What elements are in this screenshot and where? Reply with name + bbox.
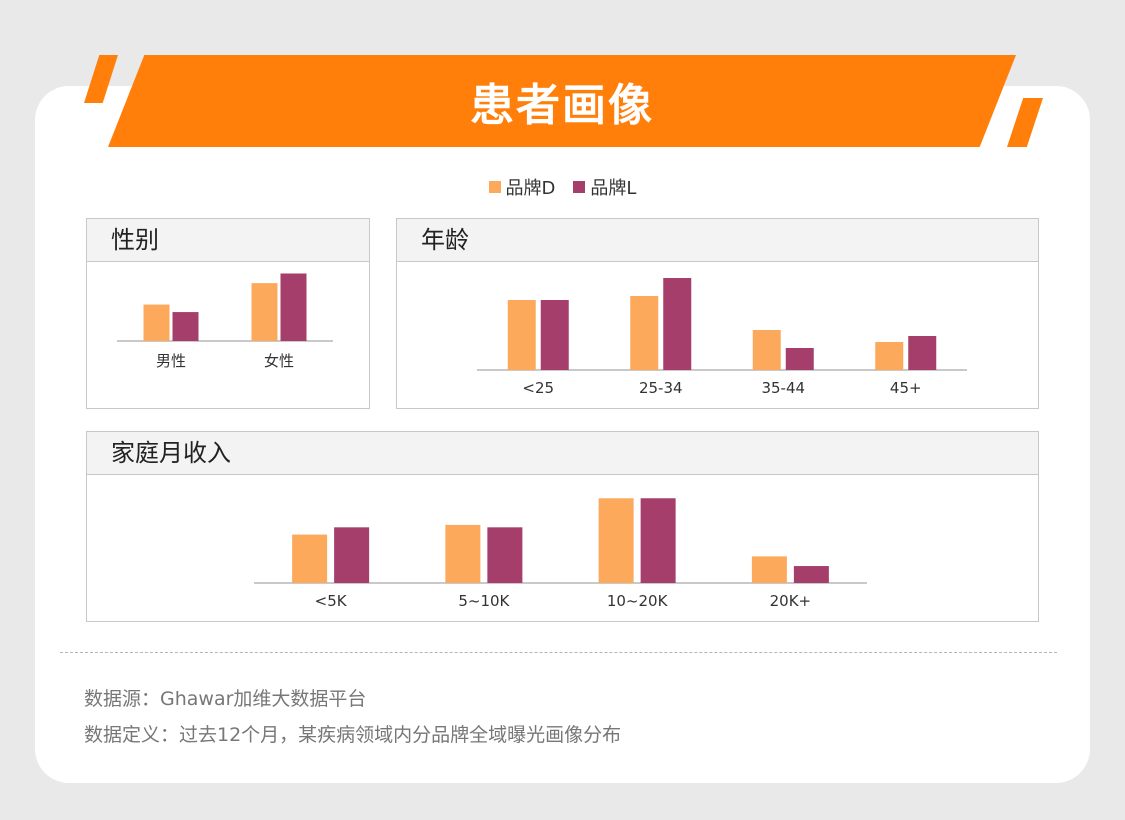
gender-bar-brand-d bbox=[251, 283, 278, 341]
data-definition-note: 数据定义：过去12个月，某疾病领域内分品牌全域曝光画像分布 bbox=[84, 724, 622, 746]
gender-tick-label: 女性 bbox=[264, 352, 294, 370]
income-bar-brand-l bbox=[640, 498, 676, 583]
footer-divider bbox=[60, 652, 1057, 653]
gender-bar-brand-l bbox=[172, 312, 199, 341]
age-bar-brand-d bbox=[752, 330, 781, 370]
age-chart: <25 25-34 35-44 45+ bbox=[477, 278, 967, 397]
income-panel-title: 家庭月收入 bbox=[87, 432, 1038, 475]
income-tick-label: 5~10K bbox=[458, 592, 510, 610]
gender-tick-label: 男性 bbox=[156, 352, 186, 370]
age-panel-title: 年龄 bbox=[397, 219, 1038, 262]
income-bar-brand-l bbox=[487, 527, 523, 583]
age-tick-label: <25 bbox=[522, 379, 554, 397]
data-source-note: 数据源：Ghawar加维大数据平台 bbox=[84, 688, 367, 710]
income-tick-label: 20K+ bbox=[770, 592, 812, 610]
income-bar-brand-d bbox=[445, 524, 481, 583]
income-bar-brand-d bbox=[751, 556, 787, 583]
legend-swatch-brand-l bbox=[573, 181, 586, 193]
gender-bar-brand-d bbox=[143, 304, 170, 341]
page-title: 患者画像 bbox=[470, 80, 654, 131]
legend-label-brand-l: 品牌L bbox=[590, 178, 637, 199]
income-panel: 家庭月收入 <5K 5~10K 10~20K 20K+ bbox=[86, 431, 1039, 622]
age-tick-label: 35-44 bbox=[761, 379, 805, 397]
income-bar-brand-l bbox=[334, 527, 370, 583]
age-bar-brand-l bbox=[663, 278, 692, 370]
gender-bar-brand-l bbox=[280, 273, 307, 341]
gender-chart: 男性 女性 bbox=[117, 273, 333, 370]
gender-panel: 性别 男性 女性 bbox=[86, 218, 370, 409]
income-chart: <5K 5~10K 10~20K 20K+ bbox=[254, 498, 867, 610]
age-bar-brand-l bbox=[785, 348, 814, 370]
income-bar-brand-l bbox=[793, 566, 829, 583]
gender-panel-title: 性别 bbox=[87, 219, 369, 262]
legend-swatch-brand-d bbox=[488, 181, 501, 193]
age-bar-brand-d bbox=[507, 300, 536, 370]
income-bar-brand-d bbox=[292, 534, 328, 583]
age-panel: 年龄 <25 25-34 35-44 45+ bbox=[396, 218, 1039, 409]
income-bar-brand-d bbox=[598, 498, 634, 583]
age-tick-label: 25-34 bbox=[639, 379, 683, 397]
legend-item-brand-l: 品牌L bbox=[573, 174, 636, 200]
income-tick-label: <5K bbox=[315, 592, 348, 610]
title-banner: 患者画像 bbox=[108, 55, 1016, 147]
income-tick-label: 10~20K bbox=[607, 592, 669, 610]
legend-item-brand-d: 品牌D bbox=[488, 174, 556, 200]
age-tick-label: 45+ bbox=[890, 379, 922, 397]
age-bar-brand-l bbox=[540, 300, 569, 370]
age-bar-brand-d bbox=[875, 342, 904, 370]
age-bar-brand-l bbox=[908, 336, 937, 370]
chart-legend: 品牌D 品牌L bbox=[0, 174, 1125, 200]
age-bar-brand-d bbox=[630, 296, 659, 370]
legend-label-brand-d: 品牌D bbox=[505, 178, 556, 199]
